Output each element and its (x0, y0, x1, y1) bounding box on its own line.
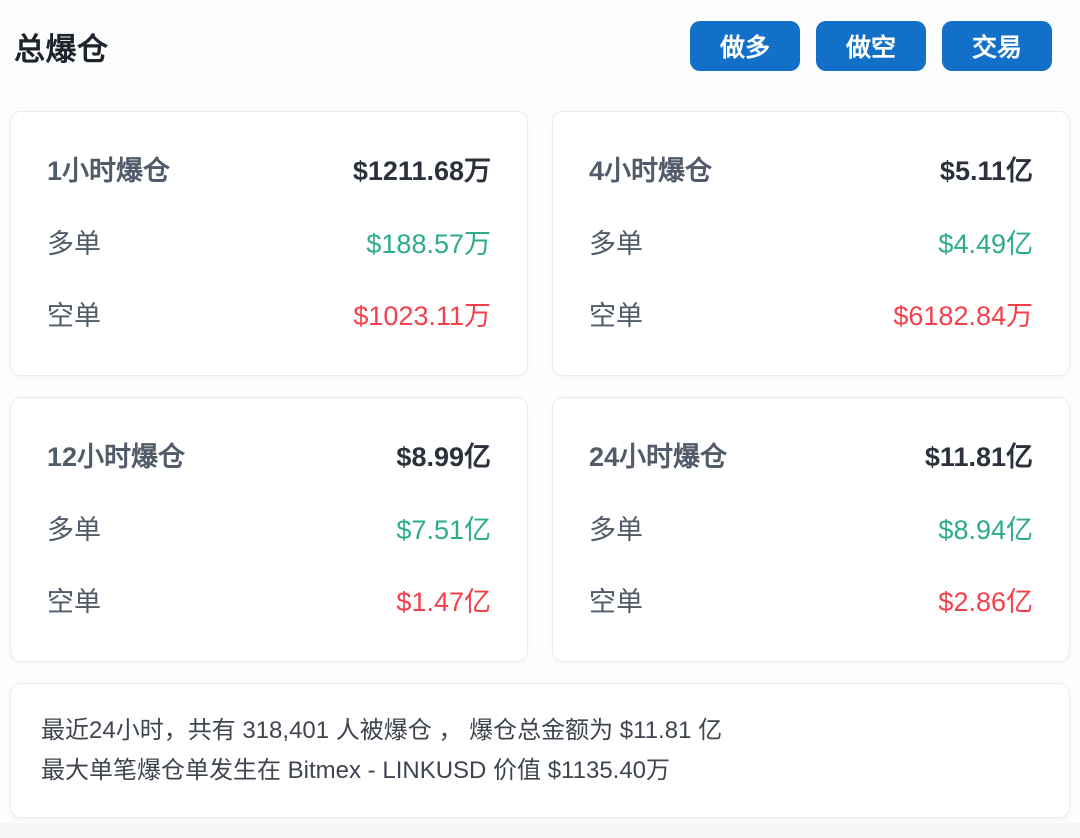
long-row: 多单 $188.57万 (47, 225, 491, 263)
liquidation-card-12h: 12小时爆仓 $8.99亿 多单 $7.51亿 空单 $1.47亿 (10, 397, 528, 662)
long-label: 多单 (47, 225, 101, 263)
card-title: 1小时爆仓 (47, 152, 170, 190)
short-row: 空单 $2.86亿 (589, 583, 1033, 621)
short-value: $1.47亿 (396, 583, 491, 621)
page-bottom-strip (0, 823, 1080, 838)
long-label: 多单 (589, 225, 643, 263)
card-header-row: 12小时爆仓 $8.99亿 (47, 438, 491, 476)
summary-card: 最近24小时，共有 318,401 人被爆仓 ， 爆仓总金额为 $11.81 亿… (10, 683, 1070, 818)
long-label: 多单 (589, 511, 643, 549)
long-value: $7.51亿 (396, 511, 491, 549)
liquidation-dashboard: 总爆仓 做多 做空 交易 1小时爆仓 $1211.68万 多单 $188.57万… (0, 0, 1080, 838)
long-label: 多单 (47, 511, 101, 549)
liquidation-card-grid: 1小时爆仓 $1211.68万 多单 $188.57万 空单 $1023.11万… (10, 111, 1070, 662)
long-row: 多单 $4.49亿 (589, 225, 1033, 263)
trade-button[interactable]: 交易 (942, 21, 1052, 71)
card-title: 12小时爆仓 (47, 438, 185, 476)
long-row: 多单 $7.51亿 (47, 511, 491, 549)
short-row: 空单 $1023.11万 (47, 297, 491, 335)
short-value: $1023.11万 (353, 297, 491, 335)
short-label: 空单 (47, 297, 101, 335)
card-total-value: $8.99亿 (396, 438, 491, 476)
long-button[interactable]: 做多 (690, 21, 800, 71)
card-title: 24小时爆仓 (589, 438, 727, 476)
long-value: $4.49亿 (938, 225, 1033, 263)
short-label: 空单 (589, 297, 643, 335)
summary-line-1: 最近24小时，共有 318,401 人被爆仓 ， 爆仓总金额为 $11.81 亿 (41, 711, 1039, 751)
short-label: 空单 (47, 583, 101, 621)
header-button-group: 做多 做空 交易 (690, 21, 1052, 71)
card-total-value: $11.81亿 (925, 438, 1033, 476)
short-value: $2.86亿 (938, 583, 1033, 621)
card-header-row: 4小时爆仓 $5.11亿 (589, 152, 1033, 190)
page-header: 总爆仓 做多 做空 交易 (0, 0, 1080, 71)
liquidation-card-1h: 1小时爆仓 $1211.68万 多单 $188.57万 空单 $1023.11万 (10, 111, 528, 376)
short-value: $6182.84万 (893, 297, 1033, 335)
liquidation-card-24h: 24小时爆仓 $11.81亿 多单 $8.94亿 空单 $2.86亿 (552, 397, 1070, 662)
long-value: $188.57万 (366, 225, 491, 263)
card-title: 4小时爆仓 (589, 152, 712, 190)
short-button[interactable]: 做空 (816, 21, 926, 71)
liquidation-card-4h: 4小时爆仓 $5.11亿 多单 $4.49亿 空单 $6182.84万 (552, 111, 1070, 376)
card-header-row: 1小时爆仓 $1211.68万 (47, 152, 491, 190)
card-header-row: 24小时爆仓 $11.81亿 (589, 438, 1033, 476)
page-title: 总爆仓 (14, 24, 109, 69)
short-row: 空单 $6182.84万 (589, 297, 1033, 335)
card-total-value: $5.11亿 (940, 152, 1033, 190)
long-row: 多单 $8.94亿 (589, 511, 1033, 549)
summary-line-2: 最大单笔爆仓单发生在 Bitmex - LINKUSD 价值 $1135.40万 (41, 751, 1039, 791)
long-value: $8.94亿 (938, 511, 1033, 549)
card-total-value: $1211.68万 (353, 152, 491, 190)
short-label: 空单 (589, 583, 643, 621)
short-row: 空单 $1.47亿 (47, 583, 491, 621)
